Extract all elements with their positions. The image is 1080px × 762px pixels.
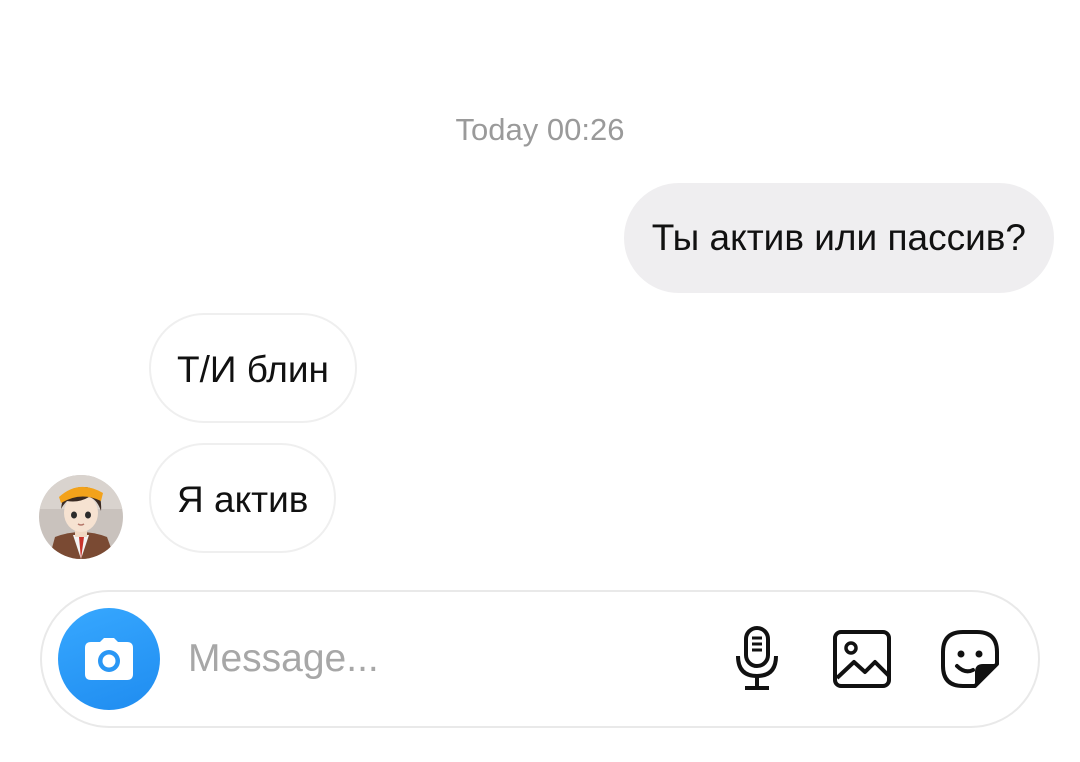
anime-character-avatar-icon [39,475,123,559]
message-timestamp: Today 00:26 [455,112,625,147]
incoming-message-bubble[interactable]: Я актив [149,443,337,553]
voice-message-button[interactable] [722,624,792,694]
outgoing-message-bubble[interactable]: Ты актив или пассив? [623,183,1054,293]
sticker-button[interactable] [935,624,1005,694]
sender-avatar[interactable] [39,475,123,559]
message-input[interactable] [188,626,688,692]
sticker-icon [941,630,999,688]
image-gallery-icon [833,630,891,688]
incoming-message-bubble[interactable]: Т/И блин [149,313,357,423]
camera-button[interactable] [58,608,160,710]
microphone-icon [736,626,778,690]
message-composer [40,590,1040,728]
camera-icon [85,638,133,680]
gallery-button[interactable] [827,624,897,694]
